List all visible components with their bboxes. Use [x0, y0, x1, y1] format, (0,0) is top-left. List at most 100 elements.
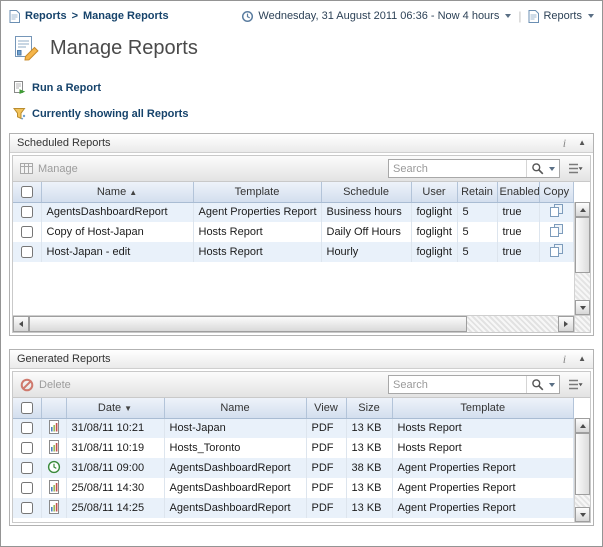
- select-all-checkbox[interactable]: [21, 186, 33, 198]
- column-header-template[interactable]: Template: [392, 398, 574, 418]
- table-row[interactable]: Host-Japan - edit Hosts Report Hourly fo…: [13, 242, 574, 262]
- column-header-size[interactable]: Size: [346, 398, 392, 418]
- grid-options-icon[interactable]: [568, 162, 583, 175]
- row-checkbox[interactable]: [21, 442, 33, 454]
- table-row[interactable]: Copy of Host-Japan Hosts Report Daily Of…: [13, 222, 574, 242]
- scheduled-table-area: Name▲ Template Schedule User Retain Enab…: [13, 182, 574, 315]
- collapse-icon[interactable]: ▲: [578, 355, 586, 363]
- currently-showing-row: Currently showing all Reports: [13, 107, 188, 120]
- view-cell[interactable]: PDF: [306, 438, 346, 458]
- row-checkbox[interactable]: [21, 246, 33, 258]
- breadcrumb: Reports > Manage Reports: [9, 10, 169, 23]
- generated-table: Date▼ Name View Size Template: [13, 398, 574, 518]
- report-file-icon: [47, 480, 61, 494]
- column-header-icon: [41, 398, 66, 418]
- scrollbar-thumb[interactable]: [575, 433, 590, 495]
- column-header-name[interactable]: Name▲: [41, 182, 193, 202]
- view-cell[interactable]: PDF: [306, 498, 346, 518]
- generated-panel-title: Generated Reports: [17, 353, 563, 365]
- scheduled-search-box: [388, 159, 560, 178]
- scheduled-header-row: Name▲ Template Schedule User Retain Enab…: [13, 182, 574, 202]
- column-header-view[interactable]: View: [306, 398, 346, 418]
- table-row[interactable]: AgentsDashboardReport Agent Properties R…: [13, 202, 574, 222]
- copy-icon[interactable]: [549, 223, 564, 238]
- column-header-retain[interactable]: Retain: [457, 182, 497, 202]
- scheduled-report-clock-icon: [47, 460, 61, 474]
- page-title-row: Manage Reports: [1, 31, 602, 67]
- view-cell[interactable]: PDF: [306, 478, 346, 498]
- column-header-copy[interactable]: Copy: [539, 182, 574, 202]
- column-header-date[interactable]: Date▼: [66, 398, 164, 418]
- date-cell: 31/08/11 10:21: [66, 418, 164, 438]
- scroll-up-button[interactable]: [575, 418, 590, 433]
- scroll-down-button[interactable]: [575, 507, 590, 522]
- scheduled-table: Name▲ Template Schedule User Retain Enab…: [13, 182, 574, 262]
- search-input[interactable]: [389, 161, 526, 176]
- info-icon[interactable]: i: [563, 136, 566, 151]
- row-checkbox[interactable]: [21, 422, 33, 434]
- table-row[interactable]: 31/08/11 10:19 Hosts_Toronto PDF 13 KB H…: [13, 438, 574, 458]
- row-checkbox[interactable]: [21, 462, 33, 474]
- scroll-right-button[interactable]: [558, 316, 574, 332]
- size-cell: 38 KB: [346, 458, 392, 478]
- scrollbar-track[interactable]: [467, 316, 558, 332]
- scrollbar-track[interactable]: [575, 273, 590, 300]
- vertical-scrollbar[interactable]: [574, 202, 590, 315]
- generated-panel-header: Generated Reports i ▲: [10, 350, 593, 369]
- search-menu[interactable]: [526, 160, 559, 177]
- run-report-link[interactable]: Run a Report: [13, 81, 101, 94]
- column-header-template[interactable]: Template: [193, 182, 321, 202]
- table-empty-area: [13, 518, 574, 522]
- sort-asc-icon: ▲: [129, 188, 137, 197]
- report-file-icon: [47, 420, 61, 434]
- column-header-user[interactable]: User: [411, 182, 457, 202]
- template-cell: Agent Properties Report: [392, 478, 574, 498]
- breadcrumb-current: Manage Reports: [83, 10, 169, 22]
- table-row[interactable]: 31/08/11 09:00 AgentsDashboardReport PDF…: [13, 458, 574, 478]
- reports-menu[interactable]: Reports: [528, 10, 594, 23]
- search-icon: [531, 162, 544, 175]
- table-row[interactable]: 31/08/11 10:21 Host-Japan PDF 13 KB Host…: [13, 418, 574, 438]
- row-checkbox[interactable]: [21, 502, 33, 514]
- manage-button[interactable]: Manage: [20, 162, 78, 175]
- search-menu[interactable]: [526, 376, 559, 393]
- horizontal-scrollbar[interactable]: [13, 316, 574, 332]
- scroll-left-button[interactable]: [13, 316, 29, 332]
- info-icon[interactable]: i: [563, 352, 566, 367]
- template-cell: Agent Properties Report: [392, 458, 574, 478]
- scrollbar-track[interactable]: [575, 495, 590, 507]
- select-all-checkbox[interactable]: [21, 402, 33, 414]
- scroll-down-button[interactable]: [575, 300, 590, 315]
- vertical-scrollbar[interactable]: [574, 418, 590, 522]
- scrollbar-thumb[interactable]: [29, 316, 467, 332]
- view-cell[interactable]: PDF: [306, 458, 346, 478]
- row-checkbox[interactable]: [21, 226, 33, 238]
- column-header-schedule[interactable]: Schedule: [321, 182, 411, 202]
- row-checkbox[interactable]: [21, 206, 33, 218]
- view-cell[interactable]: PDF: [306, 418, 346, 438]
- breadcrumb-reports-link[interactable]: Reports: [25, 10, 67, 22]
- collapse-icon[interactable]: ▲: [578, 139, 586, 147]
- scroll-up-button[interactable]: [575, 202, 590, 217]
- chevron-down-icon: [505, 14, 511, 18]
- schedule-cell: Hourly: [321, 242, 411, 262]
- search-input[interactable]: [389, 377, 526, 392]
- chevron-down-icon: [549, 383, 555, 387]
- scheduled-panel-header: Scheduled Reports i ▲: [10, 134, 593, 153]
- chevron-down-icon: [549, 167, 555, 171]
- delete-button[interactable]: Delete: [20, 378, 71, 392]
- scrollbar-thumb[interactable]: [575, 217, 590, 273]
- column-header-enabled[interactable]: Enabled: [497, 182, 539, 202]
- table-row[interactable]: 25/08/11 14:25 AgentsDashboardReport PDF…: [13, 498, 574, 518]
- retain-cell: 5: [457, 242, 497, 262]
- copy-icon[interactable]: [549, 243, 564, 258]
- grid-options-icon[interactable]: [568, 378, 583, 391]
- column-header-name[interactable]: Name: [164, 398, 306, 418]
- time-range-control[interactable]: Wednesday, 31 August 2011 06:36 - Now 4 …: [241, 10, 511, 23]
- row-checkbox[interactable]: [21, 482, 33, 494]
- time-range-icon: [241, 10, 254, 23]
- table-row[interactable]: 25/08/11 14:30 AgentsDashboardReport PDF…: [13, 478, 574, 498]
- manage-icon: [20, 162, 33, 175]
- name-cell: Copy of Host-Japan: [41, 222, 193, 242]
- copy-icon[interactable]: [549, 203, 564, 218]
